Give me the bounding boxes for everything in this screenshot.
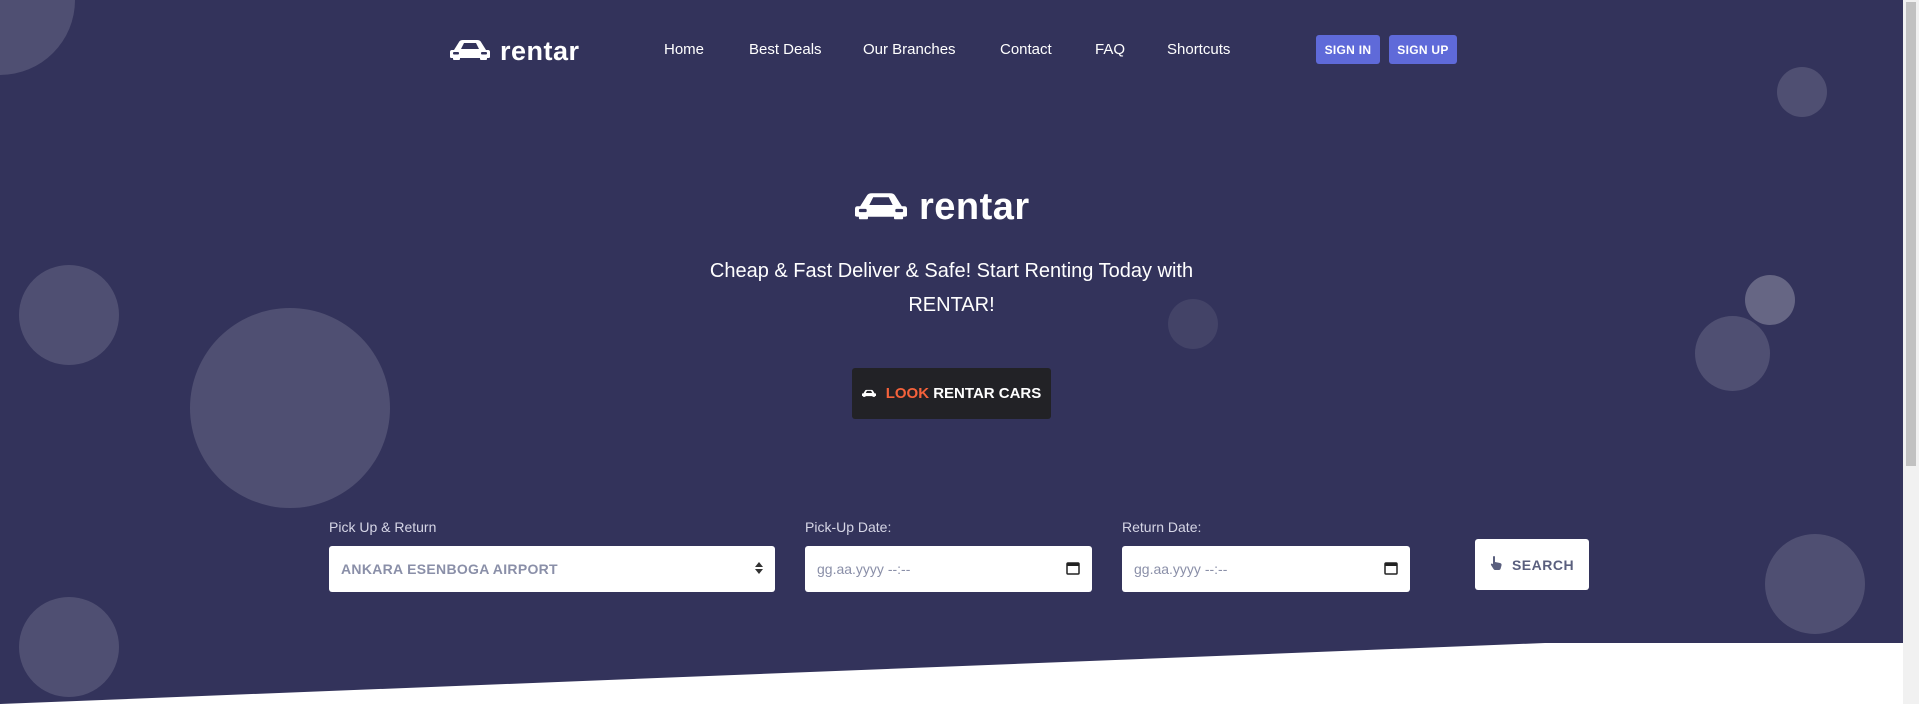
- sort-arrows-icon: [755, 561, 763, 577]
- nav-faq[interactable]: FAQ: [1095, 41, 1125, 58]
- hero-logo: rentar: [855, 186, 1030, 229]
- decorative-circle: [190, 308, 390, 508]
- tagline-end: !: [989, 294, 995, 316]
- return-date-placeholder: gg.aa.yyyy --:--: [1134, 561, 1228, 577]
- pickup-date-placeholder: gg.aa.yyyy --:--: [817, 561, 911, 577]
- nav-home[interactable]: Home: [664, 41, 704, 58]
- nav-shortcuts[interactable]: Shortcuts: [1167, 41, 1230, 58]
- search-button[interactable]: SEARCH: [1475, 539, 1589, 590]
- car-icon: [450, 38, 490, 65]
- tagline-line: Cheap & Fast Deliver & Safe! Start Renti…: [709, 260, 1194, 282]
- decorative-circle: [0, 0, 75, 75]
- sign-up-button[interactable]: SIGN UP: [1389, 35, 1457, 64]
- sign-in-button[interactable]: SIGN IN: [1316, 35, 1380, 64]
- tagline-line-2: RENTAR!: [0, 288, 1903, 322]
- cta-label: LOOK RENTAR CARS: [886, 385, 1042, 402]
- nav-our-branches[interactable]: Our Branches: [863, 41, 956, 58]
- calendar-icon[interactable]: [1066, 561, 1080, 578]
- navbar-logo[interactable]: rentar: [450, 36, 580, 67]
- hero-section: rentar Home Best Deals Our Branches Cont…: [0, 0, 1903, 704]
- nav-contact[interactable]: Contact: [1000, 41, 1052, 58]
- pickup-return-select[interactable]: ANKARA ESENBOGA AIRPORT: [329, 546, 775, 592]
- decorative-circle: [1695, 316, 1770, 391]
- car-icon: [855, 190, 907, 225]
- page-scrollbar[interactable]: [1903, 0, 1919, 704]
- calendar-icon[interactable]: [1384, 561, 1398, 578]
- pickup-date-label: Pick-Up Date:: [805, 519, 892, 535]
- decorative-circle: [19, 597, 119, 697]
- brand-name: rentar: [500, 36, 580, 66]
- scrollbar-thumb[interactable]: [1906, 2, 1916, 466]
- pickup-return-value: ANKARA ESENBOGA AIRPORT: [341, 561, 558, 577]
- pickup-date-input[interactable]: gg.aa.yyyy --:--: [805, 546, 1092, 592]
- nav-best-deals[interactable]: Best Deals: [749, 41, 822, 58]
- return-date-input[interactable]: gg.aa.yyyy --:--: [1122, 546, 1410, 592]
- decorative-circle: [1777, 67, 1827, 117]
- tagline-brand: RENTAR: [908, 294, 990, 316]
- car-icon: [861, 385, 876, 402]
- return-date-label: Return Date:: [1122, 519, 1202, 535]
- hero-tagline: Cheap & Fast Deliver & Safe! Start Renti…: [0, 254, 1903, 322]
- pointer-hand-icon: [1490, 556, 1502, 573]
- hero-brand-name: rentar: [919, 186, 1030, 228]
- search-label: SEARCH: [1511, 556, 1575, 573]
- cta-rest-text: RENTAR CARS: [933, 385, 1042, 402]
- decorative-circle: [1765, 534, 1865, 634]
- cta-accent-text: LOOK: [885, 385, 930, 402]
- look-rentar-cars-button[interactable]: LOOK RENTAR CARS: [852, 368, 1051, 419]
- pickup-return-label: Pick Up & Return: [329, 519, 437, 535]
